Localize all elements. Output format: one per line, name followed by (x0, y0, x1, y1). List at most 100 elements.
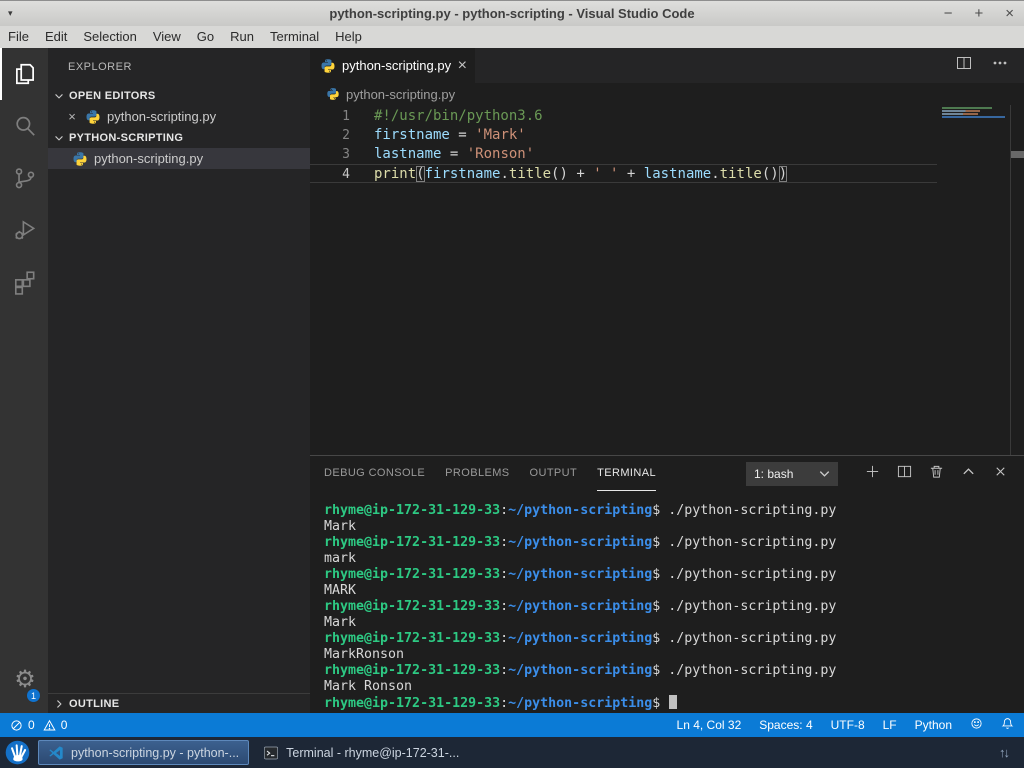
activity-extensions-icon[interactable] (0, 256, 48, 308)
terminal[interactable]: rhyme@ip-172-31-129-33:~/python-scriptin… (310, 491, 1024, 713)
terminal-line: Mark (324, 519, 1024, 535)
line-number: 4 (310, 165, 350, 182)
chevron-down-icon (51, 133, 67, 143)
close-editor-icon[interactable]: × (64, 109, 80, 124)
warning-count: 0 (61, 718, 68, 732)
code-line-3: 3lastname = 'Ronson' (310, 145, 937, 164)
split-terminal-icon[interactable] (897, 464, 912, 484)
menu-terminal[interactable]: Terminal (262, 26, 327, 48)
terminal-line: rhyme@ip-172-31-129-33:~/python-scriptin… (324, 535, 1024, 551)
code-line-4: 4print(firstname.title() + ' ' + lastnam… (310, 164, 937, 183)
open-editors-label: OPEN EDITORS (69, 90, 156, 102)
kill-terminal-icon[interactable] (929, 464, 944, 484)
split-editor-icon[interactable] (956, 55, 972, 76)
menu-run[interactable]: Run (222, 26, 262, 48)
terminal-line: MARK (324, 583, 1024, 599)
tab-python-scripting[interactable]: python-scripting.py × (310, 48, 475, 83)
maximize-button[interactable]: + (974, 6, 983, 21)
panel: DEBUG CONSOLE PROBLEMS OUTPUT TERMINAL 1: b… (310, 455, 1024, 713)
settings-gear-icon[interactable]: ⚙1 (0, 653, 48, 705)
app-launcher-icon[interactable] (4, 739, 31, 766)
panel-tab-problems[interactable]: PROBLEMS (445, 457, 509, 491)
shell-select-value: 1: bash (754, 467, 817, 481)
taskbar-vscode-button[interactable]: python-scripting.py - python-... (38, 740, 249, 765)
tab-bar: python-scripting.py × (310, 48, 1024, 83)
workbench: ⚙1 EXPLORER OPEN EDITORS ×python-scripti… (0, 48, 1024, 713)
status-ln[interactable]: Ln 4, Col 32 (677, 718, 742, 732)
file-item[interactable]: python-scripting.py (48, 148, 310, 169)
code-line-1: 1#!/usr/bin/python3.6 (310, 107, 937, 126)
status-lf[interactable]: LF (883, 718, 897, 732)
activity-source-control-icon[interactable] (0, 152, 48, 204)
settings-badge: 1 (26, 688, 41, 703)
menu-selection[interactable]: Selection (75, 26, 144, 48)
window-menu-caret-icon[interactable]: ▾ (8, 8, 13, 19)
activity-bar: ⚙1 (0, 48, 48, 713)
open-editor-item[interactable]: × python-scripting.py (48, 106, 310, 127)
panel-tab-output[interactable]: OUTPUT (530, 457, 578, 491)
folder-label: PYTHON-SCRIPTING (69, 132, 183, 144)
terminal-line: MarkRonson (324, 647, 1024, 663)
maximize-panel-icon[interactable] (961, 464, 976, 484)
feedback-icon[interactable] (970, 717, 983, 733)
terminal-shell-select[interactable]: 1: bash (746, 462, 838, 486)
code-editor[interactable]: 1#!/usr/bin/python3.62firstname = 'Mark'… (310, 105, 1024, 455)
error-count: 0 (28, 718, 35, 732)
outline-label: OUTLINE (69, 698, 119, 710)
activity-files-icon[interactable] (0, 48, 48, 100)
status-python[interactable]: Python (915, 718, 952, 732)
terminal-line: rhyme@ip-172-31-129-33:~/python-scriptin… (324, 695, 1024, 712)
terminal-icon (263, 745, 279, 761)
notifications-bell-icon[interactable] (1001, 717, 1014, 733)
more-actions-icon[interactable] (992, 55, 1008, 76)
menu-go[interactable]: Go (189, 26, 222, 48)
new-terminal-icon[interactable] (865, 464, 880, 484)
terminal-cursor (669, 695, 677, 709)
terminal-line: rhyme@ip-172-31-129-33:~/python-scriptin… (324, 599, 1024, 615)
chevron-right-icon (51, 699, 67, 709)
tab-label: python-scripting.py (342, 58, 452, 73)
panel-tab-terminal[interactable]: TERMINAL (597, 457, 656, 491)
taskbar-button-label: python-scripting.py - python-... (71, 746, 239, 760)
python-file-icon (320, 58, 336, 74)
panel-tab-debug-console[interactable]: DEBUG CONSOLE (324, 457, 425, 491)
terminal-line: rhyme@ip-172-31-129-33:~/python-scriptin… (324, 503, 1024, 519)
menu-file[interactable]: File (0, 26, 37, 48)
status-utf-8[interactable]: UTF-8 (831, 718, 865, 732)
terminal-line: rhyme@ip-172-31-129-33:~/python-scriptin… (324, 663, 1024, 679)
window-title: python-scripting.py - python-scripting -… (0, 6, 1024, 21)
breadcrumb[interactable]: python-scripting.py (310, 83, 1024, 105)
activity-run-debug-icon[interactable] (0, 204, 48, 256)
file-name: python-scripting.py (107, 109, 216, 124)
folder-header[interactable]: PYTHON-SCRIPTING (48, 127, 310, 148)
vscode-icon (48, 745, 64, 761)
python-file-icon (326, 87, 340, 101)
terminal-line: mark (324, 551, 1024, 567)
outline-section[interactable]: OUTLINE (48, 693, 310, 713)
minimap[interactable] (937, 105, 1010, 455)
problems-status[interactable]: 0 0 (10, 718, 67, 732)
python-file-icon (85, 109, 101, 125)
menu-help[interactable]: Help (327, 26, 370, 48)
taskbar-terminal-button[interactable]: Terminal - rhyme@ip-172-31-... (253, 740, 469, 765)
minimize-button[interactable]: − (944, 6, 953, 21)
chevron-down-icon (817, 466, 832, 481)
overview-ruler (1010, 105, 1024, 455)
activity-search-icon[interactable] (0, 100, 48, 152)
terminal-line: rhyme@ip-172-31-129-33:~/python-scriptin… (324, 631, 1024, 647)
terminal-line: rhyme@ip-172-31-129-33:~/python-scriptin… (324, 567, 1024, 583)
close-panel-icon[interactable] (993, 464, 1008, 484)
sidebar-title: EXPLORER (48, 48, 310, 85)
close-button[interactable]: × (1005, 6, 1014, 21)
menu-edit[interactable]: Edit (37, 26, 75, 48)
menu-view[interactable]: View (145, 26, 189, 48)
updown-arrows-icon[interactable]: ↑↓ (999, 745, 1016, 760)
open-editors-header[interactable]: OPEN EDITORS (48, 85, 310, 106)
status-spaces[interactable]: Spaces: 4 (759, 718, 812, 732)
python-file-icon (72, 151, 88, 167)
panel-header: DEBUG CONSOLE PROBLEMS OUTPUT TERMINAL 1: b… (310, 456, 1024, 491)
line-number: 3 (310, 145, 350, 164)
terminal-line: Mark Ronson (324, 679, 1024, 695)
tab-close-icon[interactable]: × (458, 57, 467, 75)
breadcrumb-label: python-scripting.py (346, 87, 455, 102)
